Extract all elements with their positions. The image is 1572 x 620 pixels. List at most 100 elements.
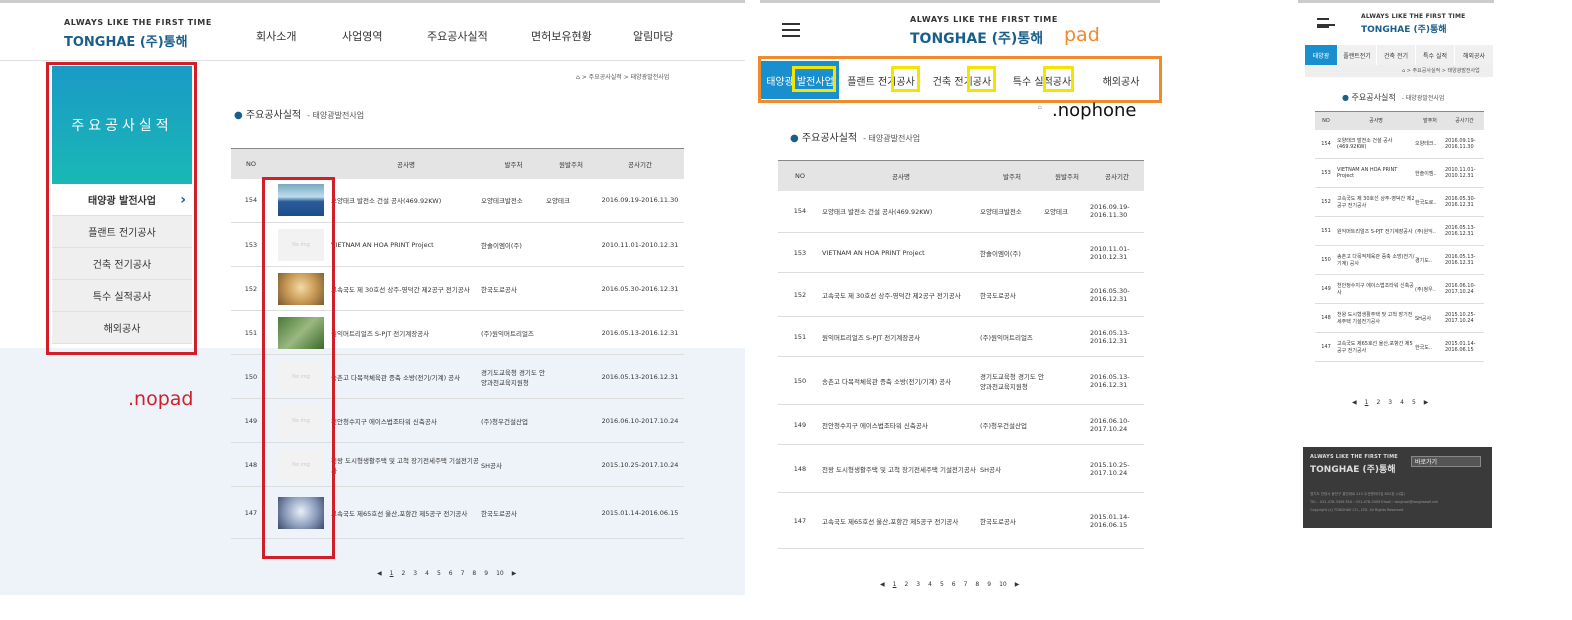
cell-project-name[interactable]: VIETNAM AN HOA PRINT Project <box>822 232 980 273</box>
page-link[interactable]: 1 <box>390 570 394 577</box>
cell-project-name[interactable]: VIETNAM AN HOA PRINT Project <box>1337 158 1415 188</box>
cell-orig-client: 오양테크 <box>546 178 596 223</box>
cell-project-name[interactable]: VIETNAM AN HOA PRINT Project <box>331 222 481 267</box>
brand-logo[interactable]: TONGHAE (주)통해 <box>1361 22 1447 35</box>
prev-page-icon[interactable]: ◀ <box>880 581 885 588</box>
table-row[interactable]: 148 천왕 도시형생활주택 및 고척 장기전세주택 기설전기공사 SH공사 2015… <box>778 444 1144 493</box>
nav-item-licenses[interactable]: 면허보유현황 <box>531 28 592 44</box>
cell-project-name[interactable]: 천안청수지구 에이스법조타워 신축공사 <box>1337 274 1415 304</box>
cell-client: (주)원익머트리얼즈 <box>980 316 1044 357</box>
page-link[interactable]: 3 <box>1388 399 1392 406</box>
tab-plant[interactable]: 플랜트전기 <box>1338 45 1376 65</box>
cell-project-name[interactable]: 원익머트리얼즈 S-PJT 전기계장공사 <box>331 310 481 355</box>
col-header-no: NO <box>1315 111 1337 130</box>
breadcrumb: ⌂ > 주요공사실적 > 태양광발전사업 <box>576 72 669 81</box>
page-link[interactable]: 8 <box>975 581 979 588</box>
table-row[interactable]: 150 송촌고 다목적체육관 증축 소방(전기/기계) 공사 경기도.. 2016.0… <box>1315 245 1484 275</box>
page-link[interactable]: 8 <box>472 570 476 577</box>
cell-project-name[interactable]: 송촌고 다목적체육관 증축 소방(전기/기계) 공사 <box>1337 245 1415 275</box>
cell-project-name[interactable]: 고속국도 제65호선 울산,포항간 제5공구 전기공사 <box>1337 332 1415 362</box>
table-row[interactable]: 151 원익머트리얼즈 S-PJT 전기계장공사 (주)원익.. 2016.05.13… <box>1315 216 1484 246</box>
cell-project-name[interactable]: 천왕 도시형생활주택 및 고척 장기전세주택 기설전기공사 <box>1337 303 1415 333</box>
tab-building[interactable]: 건축 전기 <box>1377 45 1415 65</box>
page-link[interactable]: 2 <box>904 581 908 588</box>
page-link[interactable]: 1 <box>1365 399 1369 406</box>
nav-item-projects[interactable]: 주요공사실적 <box>427 28 488 44</box>
page-link[interactable]: 3 <box>916 581 920 588</box>
prev-page-icon[interactable]: ◀ <box>377 570 382 577</box>
cell-project-name[interactable]: 고속국도 제 30호선 상주-영덕간 제2공구 전기공사 <box>331 266 481 311</box>
cell-project-name[interactable]: 천왕 도시형생활주택 및 고척 장기전세주택 기설전기공사 <box>331 442 481 487</box>
page-link[interactable]: 2 <box>401 570 405 577</box>
table-row[interactable]: 154 오양태크 발전소 건설 공사(469.92KW) 오양테크발전소 오양테크 20… <box>778 190 1144 233</box>
page-link[interactable]: 1 <box>893 581 897 588</box>
tab-overseas[interactable]: 해외공사 <box>1455 45 1493 65</box>
cell-no: 153 <box>1315 158 1337 188</box>
page-link[interactable]: 5 <box>1412 399 1416 406</box>
cell-project-name[interactable]: 천안청수지구 에이스법조타워 신축공사 <box>331 398 481 443</box>
table-row[interactable]: 154 오양태크 발전소 건설 공사(469.92KW) 오양테크.. 2016.09… <box>1315 129 1484 159</box>
page-title-text: 주요공사실적 <box>1351 93 1396 102</box>
page-link[interactable]: 3 <box>413 570 417 577</box>
brand-logo[interactable]: TONGHAE (주)통해 <box>910 28 1043 48</box>
nav-item-notice[interactable]: 알림마당 <box>633 28 673 44</box>
cell-project-name[interactable]: 천안청수지구 에이스법조타워 신축공사 <box>822 404 980 445</box>
cell-project-name[interactable]: 오양태크 발전소 건설 공사(469.92KW) <box>822 190 980 233</box>
page-link[interactable]: 5 <box>940 581 944 588</box>
table-row[interactable]: 149 천안청수지구 에이스법조타워 신축공사 (주)청우건설산업 2016.06.1… <box>778 404 1144 445</box>
page-link[interactable]: 7 <box>461 570 465 577</box>
cell-project-name[interactable]: 오양태크 발전소 건설 공사(469.92KW) <box>1337 129 1415 159</box>
table-row[interactable]: 151 원익머트리얼즈 S-PJT 전기계장공사 (주)원익머트리얼즈 2016.05… <box>778 316 1144 357</box>
table-row[interactable]: 152 고속국도 제 30호선 상주-영덕간 제2공구 전기공사 한국도로공사 201… <box>778 272 1144 317</box>
table-row[interactable]: 153 VIETNAM AN HOA PRINT Project 한솔이엠.. 201… <box>1315 158 1484 188</box>
page-link[interactable]: 4 <box>1400 399 1404 406</box>
cell-project-name[interactable]: 고속국도 제 30호선 상주-영덕간 제2공구 전기공사 <box>1337 187 1415 217</box>
page-link[interactable]: 7 <box>964 581 968 588</box>
page-link[interactable]: 9 <box>484 570 488 577</box>
cell-client: 한국도로공사 <box>980 272 1044 317</box>
quick-link-select[interactable]: 바로가기 <box>1411 456 1481 467</box>
cell-project-name[interactable]: 오양태크 발전소 건설 공사(469.92KW) <box>331 178 481 223</box>
cell-project-name[interactable]: 원익머트리얼즈 S-PJT 전기계장공사 <box>1337 216 1415 246</box>
tablet-breadcrumb-home-icon[interactable]: ⌂ <box>1038 104 1042 111</box>
cell-project-name[interactable]: 송촌고 다목적체육관 증축 소방(전기/기계) 공사 <box>331 354 481 399</box>
tab-overseas[interactable]: 해외공사 <box>1083 61 1159 99</box>
next-page-icon[interactable]: ▶ <box>1424 399 1429 406</box>
page-link[interactable]: 2 <box>1376 399 1380 406</box>
page-link[interactable]: 6 <box>952 581 956 588</box>
tab-special[interactable]: 특수 실적 <box>1416 45 1454 65</box>
page-link[interactable]: 6 <box>449 570 453 577</box>
tab-solar[interactable]: 태양광 <box>1305 45 1337 65</box>
page-link[interactable]: 4 <box>928 581 932 588</box>
page-link[interactable]: 9 <box>987 581 991 588</box>
next-page-icon[interactable]: ▶ <box>512 570 517 577</box>
page-link[interactable]: 5 <box>437 570 441 577</box>
cell-project-name[interactable]: 고속국도 제65호선 울산,포항간 제5공구 전기공사 <box>822 492 980 549</box>
cell-project-name[interactable]: 고속국도 제 30호선 상주-영덕간 제2공구 전기공사 <box>822 272 980 317</box>
page-link[interactable]: 10 <box>496 570 504 577</box>
footer-brand-logo: TONGHAE (주)통해 <box>1310 462 1396 475</box>
table-row[interactable]: 150 송촌고 다목적체육관 증축 소방(전기/기계) 공사 경기도교육청 경기도 … <box>778 356 1144 405</box>
nav-item-company[interactable]: 회사소개 <box>256 28 296 44</box>
home-icon[interactable]: ⌂ <box>1402 68 1405 74</box>
table-row[interactable]: 153 VIETNAM AN HOA PRINT Project 한솔이엠이(주) 2… <box>778 232 1144 273</box>
page-link[interactable]: 4 <box>425 570 429 577</box>
hamburger-menu-icon[interactable] <box>782 23 800 37</box>
cell-project-name[interactable]: 원익머트리얼즈 S-PJT 전기계장공사 <box>822 316 980 357</box>
table-row[interactable]: 152 고속국도 제 30호선 상주-영덕간 제2공구 전기공사 한국도로.. 201… <box>1315 187 1484 217</box>
prev-page-icon[interactable]: ◀ <box>1352 399 1357 406</box>
cell-project-name[interactable]: 고속국도 제65호선 울산,포항간 제5공구 전기공사 <box>331 486 481 539</box>
next-page-icon[interactable]: ▶ <box>1015 581 1020 588</box>
cell-project-name[interactable]: 천왕 도시형생활주택 및 고척 장기전세주택 기설전기공사 <box>822 444 980 493</box>
brand-logo[interactable]: TONGHAE (주)통해 <box>64 31 188 50</box>
page-link[interactable]: 10 <box>999 581 1007 588</box>
table-row[interactable]: 147 고속국도 제65호선 울산,포항간 제5공구 전기공사 한국도로공사 2015… <box>778 492 1144 549</box>
home-icon[interactable]: ⌂ <box>576 74 580 81</box>
cell-project-name[interactable]: 송촌고 다목적체육관 증축 소방(전기/기계) 공사 <box>822 356 980 405</box>
table-row[interactable]: 148 천왕 도시형생활주택 및 고척 장기전세주택 기설전기공사 SH공사 2015… <box>1315 303 1484 333</box>
hamburger-menu-icon[interactable] <box>1317 18 1335 28</box>
table-row[interactable]: 149 천안청수지구 에이스법조타워 신축공사 (주)청우.. 2016.06.10-… <box>1315 274 1484 304</box>
table-row[interactable]: 147 고속국도 제65호선 울산,포항간 제5공구 전기공사 한국도.. 2015.… <box>1315 332 1484 362</box>
highlight-box-tab-special <box>1043 66 1074 92</box>
nav-item-business[interactable]: 사업영역 <box>342 28 382 44</box>
